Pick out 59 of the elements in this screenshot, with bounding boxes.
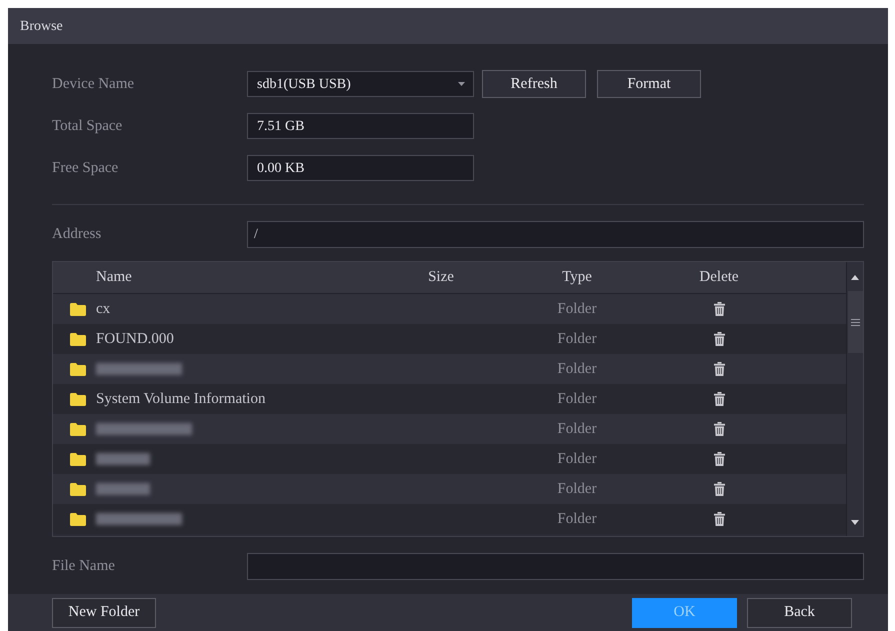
trash-icon[interactable] bbox=[714, 452, 724, 466]
device-select[interactable]: sdb1(USB USB) bbox=[247, 71, 474, 97]
table-row[interactable]: Folder bbox=[53, 504, 846, 534]
new-folder-button[interactable]: New Folder bbox=[52, 598, 156, 628]
trash-icon[interactable] bbox=[714, 422, 724, 436]
folder-icon bbox=[70, 332, 86, 346]
caret-icon bbox=[458, 82, 465, 86]
file-name-field[interactable] bbox=[247, 553, 864, 580]
folder-icon bbox=[70, 302, 86, 316]
device-button[interactable]: Format bbox=[597, 70, 701, 98]
table-cell-text: Folder bbox=[557, 330, 597, 349]
table-row[interactable]: Folder bbox=[53, 444, 846, 474]
table-cell-text: Folder bbox=[557, 300, 597, 319]
text-field[interactable]: 0.00 KB bbox=[247, 155, 474, 181]
table-row[interactable]: Folder bbox=[53, 354, 846, 384]
trash-icon[interactable] bbox=[714, 362, 724, 376]
table-cell-text: Folder bbox=[557, 450, 597, 469]
table-cell-text: FOUND.000 bbox=[96, 330, 174, 349]
trash-icon[interactable] bbox=[714, 302, 724, 316]
table-row[interactable]: Folder bbox=[53, 474, 846, 504]
table-cell-text: Folder bbox=[557, 480, 597, 499]
column-header: Name bbox=[96, 269, 132, 286]
scroll-down-icon[interactable] bbox=[851, 520, 859, 525]
scroll-up-icon[interactable] bbox=[851, 275, 859, 280]
table-row[interactable]: FOUND.000 Folder bbox=[53, 324, 846, 354]
scroll-thumb[interactable] bbox=[848, 291, 862, 353]
trash-icon[interactable] bbox=[714, 392, 724, 406]
folder-icon bbox=[70, 512, 86, 526]
trash-icon[interactable] bbox=[714, 512, 724, 526]
table-row[interactable]: Folder bbox=[53, 414, 846, 444]
trash-icon[interactable] bbox=[714, 482, 724, 496]
folder-icon bbox=[70, 482, 86, 496]
address-field[interactable]: / bbox=[247, 221, 864, 248]
device-button[interactable]: Refresh bbox=[482, 70, 586, 98]
table-cell-text: System Volume Information bbox=[96, 390, 266, 409]
table-cell-text: Folder bbox=[557, 360, 597, 379]
table-cell-text: cx bbox=[96, 300, 110, 319]
table-row[interactable]: System Volume Information Folder bbox=[53, 384, 846, 414]
table-cell-text: Folder bbox=[557, 420, 597, 439]
field-label: Free Space bbox=[52, 158, 120, 178]
table-cell-text: Folder bbox=[557, 390, 597, 409]
field-label: Device Name bbox=[52, 74, 136, 94]
folder-icon bbox=[70, 392, 86, 406]
folder-icon bbox=[70, 422, 86, 436]
scrollbar[interactable] bbox=[846, 262, 863, 536]
field-label: Total Space bbox=[52, 116, 124, 136]
column-header: Delete bbox=[699, 268, 739, 288]
column-header: Type bbox=[562, 268, 592, 288]
table-cell-text: Folder bbox=[557, 510, 597, 529]
text-field[interactable]: 7.51 GB bbox=[247, 113, 474, 139]
folder-icon bbox=[70, 362, 86, 376]
field-label: Address bbox=[52, 225, 102, 244]
column-header: Size bbox=[428, 268, 454, 288]
table-row[interactable]: cx Folder bbox=[53, 294, 846, 324]
field-label: File Name bbox=[52, 557, 116, 576]
folder-icon bbox=[70, 452, 86, 466]
back-button[interactable]: Back bbox=[747, 598, 852, 628]
window-title: Browse bbox=[20, 18, 63, 36]
trash-icon[interactable] bbox=[714, 332, 724, 346]
